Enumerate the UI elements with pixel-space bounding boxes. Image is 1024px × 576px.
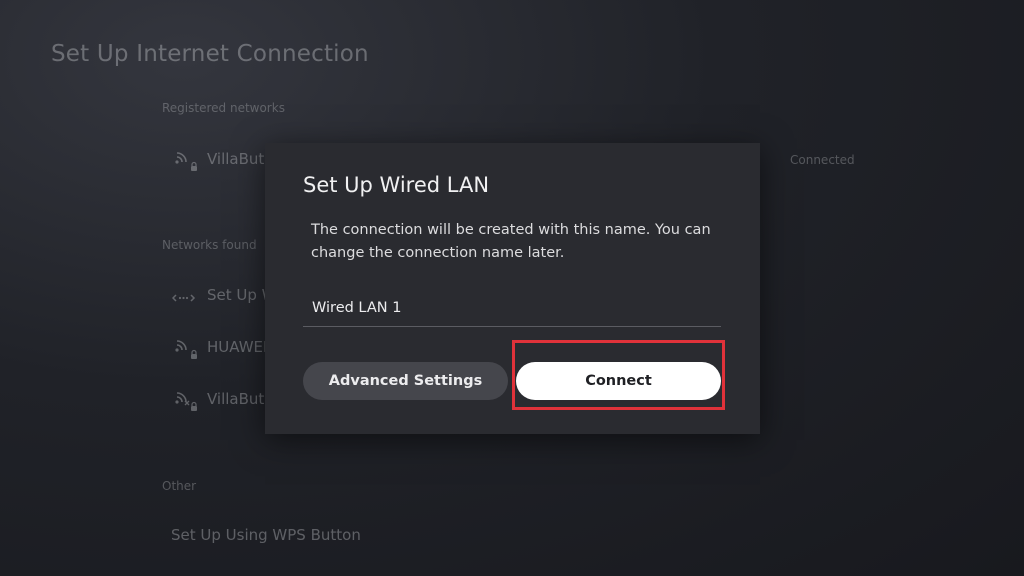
connect-button[interactable]: Connect bbox=[516, 362, 721, 400]
page-title: Set Up Internet Connection bbox=[51, 41, 369, 67]
wired-lan-icon bbox=[172, 294, 196, 302]
wps-button-setup-item[interactable]: Set Up Using WPS Button bbox=[171, 526, 361, 544]
advanced-settings-button[interactable]: Advanced Settings bbox=[303, 362, 508, 400]
section-label-other: Other bbox=[162, 479, 197, 493]
section-label-networks-found: Networks found bbox=[162, 238, 257, 252]
dialog-title: Set Up Wired LAN bbox=[303, 173, 490, 197]
connection-status: Connected bbox=[790, 153, 855, 167]
set-up-wired-lan-dialog: Set Up Wired LAN The connection will be … bbox=[265, 143, 760, 434]
network-settings-screen: Set Up Internet Connection Registered ne… bbox=[0, 0, 1024, 576]
wifi-locked-icon bbox=[175, 340, 197, 359]
section-label-registered: Registered networks bbox=[162, 101, 285, 115]
registered-network-name: VillaButl bbox=[207, 150, 269, 168]
network-name: VillaButl bbox=[207, 390, 269, 408]
network-name: HUAWEI bbox=[207, 338, 268, 356]
wifi-locked-icon bbox=[175, 152, 197, 171]
connection-name-input[interactable] bbox=[303, 296, 721, 327]
wifi-disconnected-locked-icon bbox=[175, 392, 197, 411]
dialog-description: The connection will be created with this… bbox=[311, 222, 711, 261]
